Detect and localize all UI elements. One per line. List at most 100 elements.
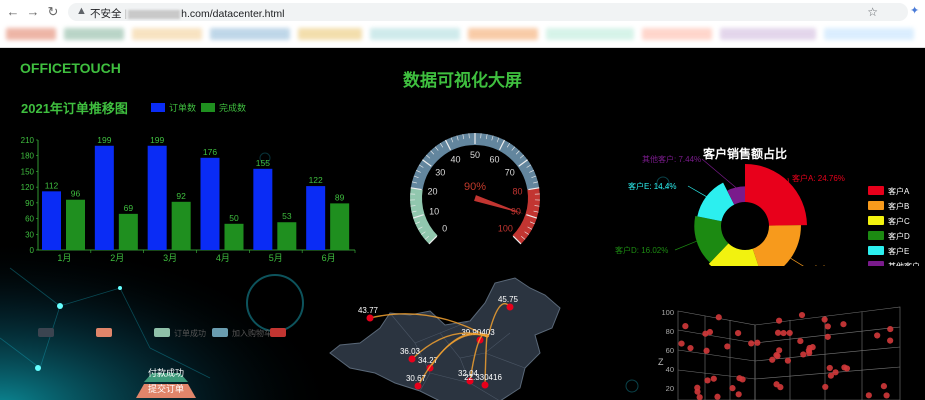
scatter-point[interactable] [887, 325, 894, 333]
scatter-point[interactable] [754, 339, 761, 346]
scatter-point[interactable] [678, 340, 685, 347]
scatter-point[interactable] [724, 343, 731, 350]
scatter-point[interactable] [776, 347, 783, 354]
donut-slice-label: 其他客户: 7.44% [642, 154, 701, 164]
gauge-tick-label: 30 [435, 168, 445, 178]
scatter-point[interactable] [798, 311, 806, 319]
scatter-point[interactable] [704, 377, 711, 384]
url-text[interactable]: 不安全 | h.com/datacenter.html [90, 6, 284, 21]
scatter-point[interactable] [736, 375, 743, 382]
arrow-left-icon[interactable]: ← [6, 5, 20, 19]
bar-completed[interactable] [171, 201, 191, 250]
donut-legend-swatch[interactable] [868, 201, 884, 210]
scatter-point[interactable] [775, 317, 783, 324]
legend-orders[interactable]: 订单数 [169, 102, 196, 113]
scatter-point[interactable] [822, 383, 829, 391]
scatter-point[interactable] [824, 323, 831, 330]
legend-swatch-completed[interactable] [201, 103, 215, 112]
donut-legend-swatch[interactable] [868, 231, 884, 240]
scatter-point[interactable] [710, 375, 717, 382]
scatter-point[interactable] [883, 392, 890, 399]
gauge-tick-label: 10 [429, 206, 439, 216]
donut-legend-swatch[interactable] [868, 216, 884, 225]
funnel-legend-swatch[interactable] [270, 328, 286, 337]
scatter-point[interactable] [729, 385, 736, 392]
star-icon[interactable]: ☆ [867, 5, 878, 19]
funnel-legend-label[interactable]: 加入购物车 [232, 328, 272, 338]
scatter-point[interactable] [821, 316, 828, 323]
scatter-point[interactable] [865, 392, 872, 399]
donut-slice[interactable] [697, 182, 735, 222]
scatter-point[interactable] [703, 347, 710, 354]
scatter-point[interactable] [887, 337, 894, 344]
donut-legend-label[interactable]: 客户E [888, 246, 909, 256]
map-point[interactable] [481, 381, 489, 389]
scatter-point[interactable] [687, 344, 694, 352]
bar-completed[interactable] [118, 213, 138, 250]
extension-icon[interactable]: ✦ [910, 4, 922, 17]
scatter-point[interactable] [832, 369, 839, 376]
scatter-point[interactable] [786, 329, 793, 337]
donut-legend-swatch[interactable] [868, 246, 884, 255]
bar-completed[interactable] [277, 222, 297, 250]
map-point[interactable] [408, 355, 416, 363]
legend-completed[interactable]: 完成数 [219, 102, 246, 113]
address-bar[interactable]: ▲ 不安全 | h.com/datacenter.html ☆ [68, 3, 908, 21]
bar-orders[interactable] [147, 145, 167, 250]
scatter-point[interactable] [694, 388, 701, 395]
scatter-point[interactable] [715, 314, 722, 321]
scatter-point[interactable] [824, 333, 831, 340]
donut-label-line [790, 257, 804, 266]
map-point[interactable] [366, 314, 374, 322]
scatter-point[interactable] [748, 340, 755, 347]
donut-legend-swatch[interactable] [868, 186, 884, 195]
donut-legend-label[interactable]: 客户A [888, 186, 910, 196]
donut-legend-swatch[interactable] [868, 261, 884, 266]
bar-completed[interactable] [224, 223, 244, 250]
bar-orders[interactable] [253, 168, 273, 250]
funnel-legend-swatch[interactable] [154, 328, 170, 337]
scatter-point[interactable] [826, 364, 833, 372]
bar-orders[interactable] [42, 191, 61, 250]
funnel-legend-swatch[interactable] [96, 328, 112, 337]
funnel-legend-swatch[interactable] [212, 328, 228, 337]
scatter-point[interactable] [841, 364, 848, 371]
bar-orders[interactable] [306, 186, 326, 250]
scatter-point[interactable] [880, 383, 888, 390]
bar-completed[interactable] [330, 203, 350, 250]
scatter-point[interactable] [735, 391, 742, 398]
donut-legend-label[interactable]: 客户D [888, 231, 910, 241]
map-point-label: 34.27 [418, 356, 439, 365]
scatter-point[interactable] [774, 329, 782, 336]
bar-value-label: 69 [124, 203, 134, 213]
scatter-point[interactable] [769, 356, 776, 363]
scatter-point[interactable] [800, 351, 807, 358]
scatter-point[interactable] [706, 328, 714, 336]
bar-completed[interactable] [66, 199, 85, 250]
scatter-point[interactable] [696, 394, 703, 400]
scatter-point[interactable] [780, 329, 787, 337]
map-point[interactable] [414, 382, 422, 390]
scatter-point[interactable] [874, 332, 881, 339]
funnel-legend-label[interactable]: 订单成功 [174, 328, 206, 338]
funnel-legend-swatch[interactable] [38, 328, 54, 337]
map-point[interactable] [506, 303, 514, 311]
reload-icon[interactable]: ↻ [46, 5, 60, 19]
scatter-point[interactable] [734, 330, 742, 337]
bar-orders[interactable] [94, 145, 114, 250]
scatter-point[interactable] [806, 349, 813, 356]
scatter-point[interactable] [714, 393, 721, 400]
legend-swatch-orders[interactable] [151, 103, 165, 112]
arrow-right-icon[interactable]: → [26, 5, 40, 19]
donut-label-line [687, 185, 707, 197]
url-path: h.com/datacenter.html [181, 8, 285, 20]
bar-orders[interactable] [200, 157, 220, 250]
scatter-point[interactable] [682, 323, 689, 330]
scatter-point[interactable] [777, 384, 784, 391]
donut-legend-label[interactable]: 客户C [888, 216, 910, 226]
donut-legend-label[interactable]: 客户B [888, 201, 909, 211]
scatter-point[interactable] [797, 337, 804, 345]
scatter-point[interactable] [840, 321, 847, 328]
scatter-point[interactable] [784, 357, 791, 364]
donut-legend-label[interactable]: 其他客户 [888, 261, 920, 266]
